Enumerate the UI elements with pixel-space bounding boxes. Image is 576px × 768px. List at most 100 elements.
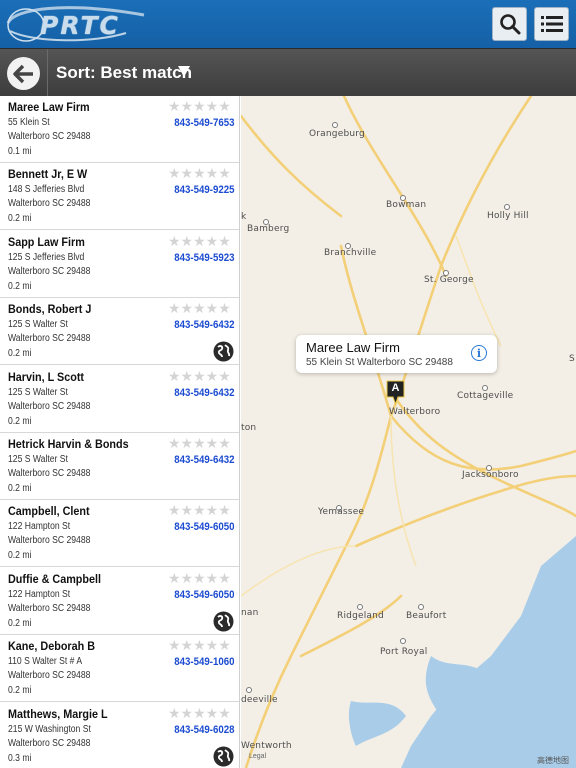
- sort-dropdown-label[interactable]: Sort: Best match: [56, 63, 192, 83]
- result-phone-link[interactable]: 843-549-7653: [175, 117, 235, 129]
- result-phone-link[interactable]: 843-549-6432: [175, 319, 235, 331]
- result-city: Walterboro SC 29488: [8, 468, 91, 479]
- minor-road: [241, 545, 357, 597]
- result-distance: 0.2 mi: [8, 280, 32, 292]
- map-label-st-george: St. George: [424, 275, 474, 285]
- map-label-yemassee: Yemassee: [318, 507, 365, 517]
- result-street: 125 S Walter St: [8, 454, 68, 465]
- road: [339, 244, 393, 418]
- result-distance: 0.2 mi: [8, 415, 32, 427]
- result-distance: 0.2 mi: [8, 617, 32, 629]
- result-street: 122 Hampton St: [8, 521, 71, 533]
- rating-stars-icon: ★★★★★: [168, 98, 231, 114]
- rating-stars-icon: ★★★★★: [168, 569, 231, 586]
- map-label-orangeburg: Orangeburg: [309, 129, 365, 139]
- map-label-jacksonboro: Jacksonboro: [462, 470, 519, 480]
- logo-text: PRTC: [40, 11, 120, 40]
- result-phone-link[interactable]: 843-549-6050: [175, 589, 235, 601]
- callout-address: 55 Klein St Walterboro SC 29488: [306, 357, 453, 368]
- map-label-ton: ton: [241, 423, 257, 433]
- website-globe-icon[interactable]: [213, 746, 234, 767]
- map-label-k: k: [241, 212, 247, 222]
- result-name[interactable]: Maree Law Firm: [8, 100, 90, 114]
- result-phone-link[interactable]: 843-549-6050: [175, 521, 235, 533]
- menu-button[interactable]: [534, 7, 569, 41]
- callout-title: Maree Law Firm: [306, 340, 400, 355]
- result-distance: 0.2 mi: [8, 213, 32, 225]
- result-row[interactable]: Bonds, Robert J ★★★★★ 125 S Walter St Walte…: [0, 298, 239, 366]
- result-name[interactable]: Hetrick Harvin & Bonds: [8, 437, 129, 451]
- result-name[interactable]: Sapp Law Firm: [8, 235, 85, 249]
- rating-stars-icon: ★★★★★: [168, 300, 231, 317]
- back-arrow-icon: [12, 64, 33, 83]
- result-row[interactable]: Sapp Law Firm ★★★★★ 125 S Jefferies Blvd Wa…: [0, 231, 239, 298]
- result-row[interactable]: Duffie & Campbell ★★★★★ 122 Hampton St Walt…: [0, 568, 239, 635]
- map-label-walterboro: Walterboro: [389, 407, 441, 417]
- result-city: Walterboro SC 29488: [8, 198, 91, 210]
- result-name[interactable]: Bennett Jr, E W: [8, 167, 87, 181]
- result-street: 125 S Jefferies Blvd: [8, 251, 85, 263]
- map-label-ridgeland: Ridgeland: [337, 611, 384, 621]
- map-callout[interactable]: Maree Law Firm 55 Klein St Walterboro SC…: [296, 335, 497, 373]
- rating-stars-icon: ★★★★★: [168, 502, 231, 519]
- result-name[interactable]: Kane, Deborah B: [8, 639, 95, 653]
- result-distance: 0.2 mi: [8, 483, 32, 494]
- result-street: 215 W Washington St: [8, 723, 91, 735]
- result-row[interactable]: Harvin, L Scott ★★★★★ 125 S Walter St Walte…: [0, 366, 239, 433]
- result-street: 148 S Jefferies Blvd: [8, 184, 85, 196]
- result-city: Walterboro SC 29488: [8, 602, 91, 614]
- caret-down-icon[interactable]: [178, 66, 190, 77]
- result-phone-link[interactable]: 843-549-5923: [175, 252, 235, 264]
- result-street: 122 Hampton St: [8, 588, 71, 600]
- map-label-s: S: [569, 354, 575, 364]
- rating-stars-icon: ★★★★★: [168, 165, 231, 182]
- result-row[interactable]: Campbell, Clent ★★★★★ 122 Hampton St Walter…: [0, 500, 239, 568]
- result-row[interactable]: Maree Law Firm ★★★★★ 55 Klein St Walterboro…: [0, 96, 239, 163]
- result-name[interactable]: Campbell, Clent: [8, 504, 90, 518]
- map-label-bamberg: Bamberg: [247, 224, 290, 234]
- back-button[interactable]: [7, 57, 40, 90]
- map-label-cottageville: Cottageville: [457, 391, 514, 401]
- result-phone-link[interactable]: 843-549-6432: [175, 454, 235, 466]
- result-street: 125 S Walter St: [8, 386, 68, 398]
- menu-icon: [540, 16, 563, 32]
- result-row[interactable]: Hetrick Harvin & Bonds ★★★★★ 125 S Walter …: [0, 433, 239, 500]
- website-globe-icon[interactable]: [213, 611, 234, 632]
- map-label-nan: nan: [241, 608, 259, 618]
- result-phone-link[interactable]: 843-549-6028: [175, 724, 235, 736]
- result-row[interactable]: Kane, Deborah B ★★★★★ 110 S Walter St # A W…: [0, 635, 239, 703]
- rating-stars-icon: ★★★★★: [168, 367, 231, 384]
- prtc-logo: PRTC: [4, 3, 149, 45]
- search-button[interactable]: [492, 7, 527, 41]
- result-phone-link[interactable]: 843-549-9225: [175, 184, 235, 196]
- map-pin-a[interactable]: A: [385, 380, 406, 406]
- result-name[interactable]: Duffie & Campbell: [8, 572, 101, 586]
- bay-water: [348, 701, 406, 746]
- result-name[interactable]: Bonds, Robert J: [8, 302, 91, 316]
- minor-road: [455, 235, 502, 347]
- result-row[interactable]: Bennett Jr, E W ★★★★★ 148 S Jefferies Blvd…: [0, 163, 239, 231]
- results-list[interactable]: Maree Law Firm ★★★★★ 55 Klein St Walterboro…: [0, 96, 240, 768]
- result-street: 55 Klein St: [8, 117, 50, 128]
- result-city: Walterboro SC 29488: [8, 131, 91, 142]
- map-roads: [241, 96, 576, 768]
- map-label-branchville: Branchville: [324, 248, 377, 258]
- result-name[interactable]: Matthews, Margie L: [8, 707, 108, 721]
- result-city: Walterboro SC 29488: [8, 670, 91, 682]
- search-icon: [499, 14, 520, 35]
- map-label-wentworth: Wentworth: [241, 741, 292, 751]
- result-row[interactable]: Matthews, Margie L ★★★★★ 215 W Washington …: [0, 703, 239, 768]
- top-bar: PRTC: [0, 0, 576, 48]
- rating-stars-icon: ★★★★★: [168, 232, 231, 249]
- info-icon[interactable]: i: [471, 345, 487, 361]
- rating-stars-icon: ★★★★★: [168, 435, 231, 451]
- result-distance: 0.2 mi: [8, 348, 32, 360]
- map-view[interactable]: Orangeburg Bowman Holly Hill Bamberg Bra…: [241, 96, 576, 768]
- map-legal-link[interactable]: Legal: [249, 753, 266, 760]
- result-phone-link[interactable]: 843-549-6432: [175, 387, 235, 399]
- result-phone-link[interactable]: 843-549-1060: [175, 656, 235, 668]
- website-globe-icon[interactable]: [213, 341, 234, 362]
- map-attribution: 高德地图: [537, 756, 569, 765]
- map-label-port-royal: Port Royal: [380, 647, 428, 657]
- result-name[interactable]: Harvin, L Scott: [8, 370, 84, 384]
